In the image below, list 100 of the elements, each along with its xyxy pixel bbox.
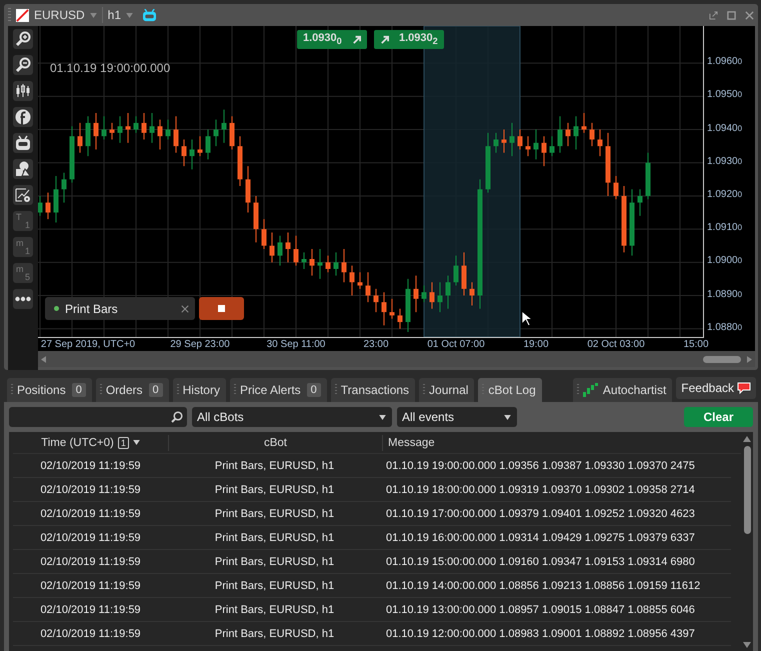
autochartist-tab[interactable]: Autochartist [572,378,672,402]
candlestick [206,129,210,160]
candlestick [430,282,434,310]
scrollbar-thumb[interactable] [703,356,741,362]
maximize-icon[interactable] [727,10,736,20]
price-axis-label: 1.09000 [707,255,742,266]
candlestick [310,248,314,276]
horizontal-scrollbar[interactable] [38,351,755,367]
candlestick [582,112,586,134]
candlestick [398,308,402,330]
price-axis-label: 1.08900 [707,288,742,300]
robot-button[interactable] [13,133,33,153]
column-header[interactable]: Time (UTC+0) 1 [13,434,168,450]
table-cell-text: Print Bars, EURUSD, h1 [214,580,336,592]
cbot-filter-dropdown[interactable]: All cBots [192,407,392,427]
scroll-right-icon[interactable] [747,356,752,362]
candlestick [558,116,562,154]
clear-button[interactable]: Clear [684,407,753,427]
candlestick [390,298,394,320]
chart-settings-icon [15,187,31,203]
price-axis-label: 1.09100 [707,222,742,234]
table-cell-text: 02/10/2019 11:19:59 [39,532,142,544]
candlestick [438,282,442,313]
candlestick [102,116,106,140]
scrollbar-thumb[interactable] [744,446,750,534]
tab[interactable]: Price Alerts 0 [230,378,327,402]
tab[interactable]: Journal [419,378,474,402]
candlestick [78,122,82,154]
table-cell-text: Print Bars, EURUSD, h1 [214,628,336,640]
candlestick [638,188,642,216]
column-header[interactable]: cBot [168,434,382,450]
table-cell-text: 01.10.19 15:00:00.000 1.09160 1.09347 1.09153 1.09314 6980 [385,556,696,568]
candlestick [374,288,378,313]
column-header[interactable]: Message [382,434,741,450]
table-cell-text: Print Bars, EURUSD, h1 [214,604,336,616]
search-field[interactable] [9,407,187,427]
tab[interactable]: History [172,378,226,402]
speech-bubble-icon [737,382,751,394]
time-axis-label: 15:00 [683,339,709,350]
dropdown-caret-icon [126,12,134,18]
buy-price-button[interactable]: 1.0930$_{2}$ [374,30,444,49]
scroll-left-icon[interactable] [41,356,46,362]
more-button[interactable] [13,289,33,309]
candlestick [46,192,50,220]
candlestick [166,119,170,140]
scroll-down-icon[interactable] [743,642,751,648]
candlestick [518,129,522,150]
candlestick [470,282,474,306]
sell-price-button[interactable]: 1.0930$_{0}$ [297,30,367,49]
price-axis-label: 1.08800 [707,322,742,333]
candlestick [62,172,66,204]
tab[interactable]: Orders 0 [96,378,169,402]
stop-icon [218,305,225,312]
time-axis-label: 01 Oct 07:00 [427,339,485,350]
shapes-button[interactable] [13,159,33,179]
mouse-cursor-icon [521,310,532,327]
candlestick [278,235,282,266]
timeframe-selector[interactable]: h1 [108,8,122,22]
count-badge: 0 [72,383,86,397]
close-icon[interactable] [745,10,754,20]
table-cell-text: 02/10/2019 11:19:59 [39,460,142,472]
events-filter-dropdown[interactable]: All events [397,407,517,427]
candles-icon [15,83,31,99]
candlestick [366,272,370,303]
arrow-icon [380,35,389,44]
chart-settings-button[interactable] [13,185,33,205]
table-cell-text: Print Bars, EURUSD, h1 [214,532,336,544]
tab[interactable]: Transactions [330,378,416,402]
time-axis-label: 19:00 [523,339,549,350]
scroll-up-icon[interactable] [743,436,751,442]
table-cell-text: Print Bars, EURUSD, h1 [214,484,336,496]
candles-button[interactable] [13,81,33,101]
circle-f-button[interactable] [13,107,33,127]
bars-icon [582,383,599,397]
candlestick [38,195,42,216]
zoom-in-icon [15,31,31,47]
crosshair-time-label: 01.10.19 19:00:00.000 [50,61,170,75]
drag-handle[interactable] [8,8,11,22]
candlestick [318,248,322,280]
table-cell-text: 01.10.19 14:00:00.000 1.08856 1.09213 1.08856 1.09159 11612 [385,580,702,592]
zoom-in-button[interactable] [13,29,33,49]
close-icon[interactable] [181,304,189,312]
candlestick [190,139,194,170]
feedback-button[interactable]: Feedback [676,377,756,399]
robot-icon[interactable] [142,8,158,22]
stop-button[interactable] [199,297,244,320]
price-axis-label: 1.09600 [707,56,742,68]
candlestick [358,272,362,290]
tab[interactable]: Positions 0 [7,378,92,402]
table-cell-text: Print Bars, EURUSD, h1 [214,508,336,520]
candlestick [382,292,386,326]
dropdown-caret-icon [504,414,511,420]
zoom-out-button[interactable] [13,55,33,75]
candlestick [454,255,458,286]
candlestick [598,129,602,157]
candlestick [110,122,114,140]
candlestick [150,112,154,144]
detach-icon[interactable] [709,10,718,20]
symbol-selector[interactable]: EURUSD [34,8,85,22]
tab[interactable]: cBot Log [478,378,542,402]
